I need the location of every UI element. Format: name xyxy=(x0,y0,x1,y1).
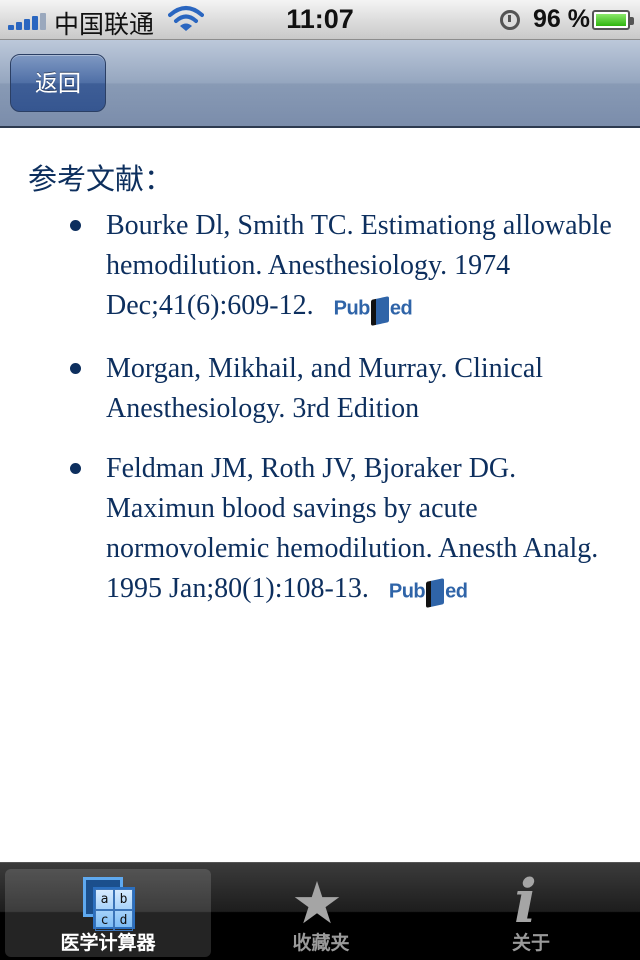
battery-icon xyxy=(592,10,634,30)
tab-bar: ab cd 医学计算器 ★ 收藏夹 i 关于 xyxy=(0,862,640,960)
star-icon: ★ xyxy=(291,869,343,937)
pubmed-book-icon xyxy=(370,295,389,326)
reference-list: Bourke Dl, Smith TC. Estimationg allowab… xyxy=(70,206,626,631)
info-icon: i xyxy=(514,867,537,937)
pubmed-book-icon xyxy=(426,578,445,609)
tab-label: 关于 xyxy=(511,933,550,954)
tab-label: 收藏夹 xyxy=(292,933,350,954)
battery-percent: 96 % xyxy=(533,5,590,33)
tab-medical-calculator[interactable]: ab cd 医学计算器 xyxy=(5,869,211,957)
navigation-bar: 返回 xyxy=(0,40,640,128)
alarm-icon xyxy=(500,10,520,30)
reference-text: Morgan, Mikhail, and Murray. Clinical An… xyxy=(106,352,544,424)
status-bar: 中国联通 11:07 96 % xyxy=(0,0,640,40)
pubmed-link[interactable]: Pub ed xyxy=(389,571,468,612)
reference-item: Feldman JM, Roth JV, Bjoraker DG. Maximu… xyxy=(70,449,626,612)
page-heading: 参考文献： xyxy=(28,162,174,196)
back-button[interactable]: 返回 xyxy=(10,54,106,112)
tab-favorites[interactable]: ★ 收藏夹 xyxy=(218,869,424,957)
reference-item: Bourke Dl, Smith TC. Estimationg allowab… xyxy=(70,206,626,329)
calculator-icon: ab cd xyxy=(83,877,135,931)
references-page: 参考文献： Bourke Dl, Smith TC. Estimationg a… xyxy=(0,130,640,860)
tab-label: 医学计算器 xyxy=(60,933,156,954)
tab-about[interactable]: i 关于 xyxy=(428,869,634,957)
reference-text: Feldman JM, Roth JV, Bjoraker DG. Maximu… xyxy=(106,452,599,604)
reference-item: Morgan, Mikhail, and Murray. Clinical An… xyxy=(70,349,626,429)
pubmed-link[interactable]: Pub ed xyxy=(334,288,413,329)
